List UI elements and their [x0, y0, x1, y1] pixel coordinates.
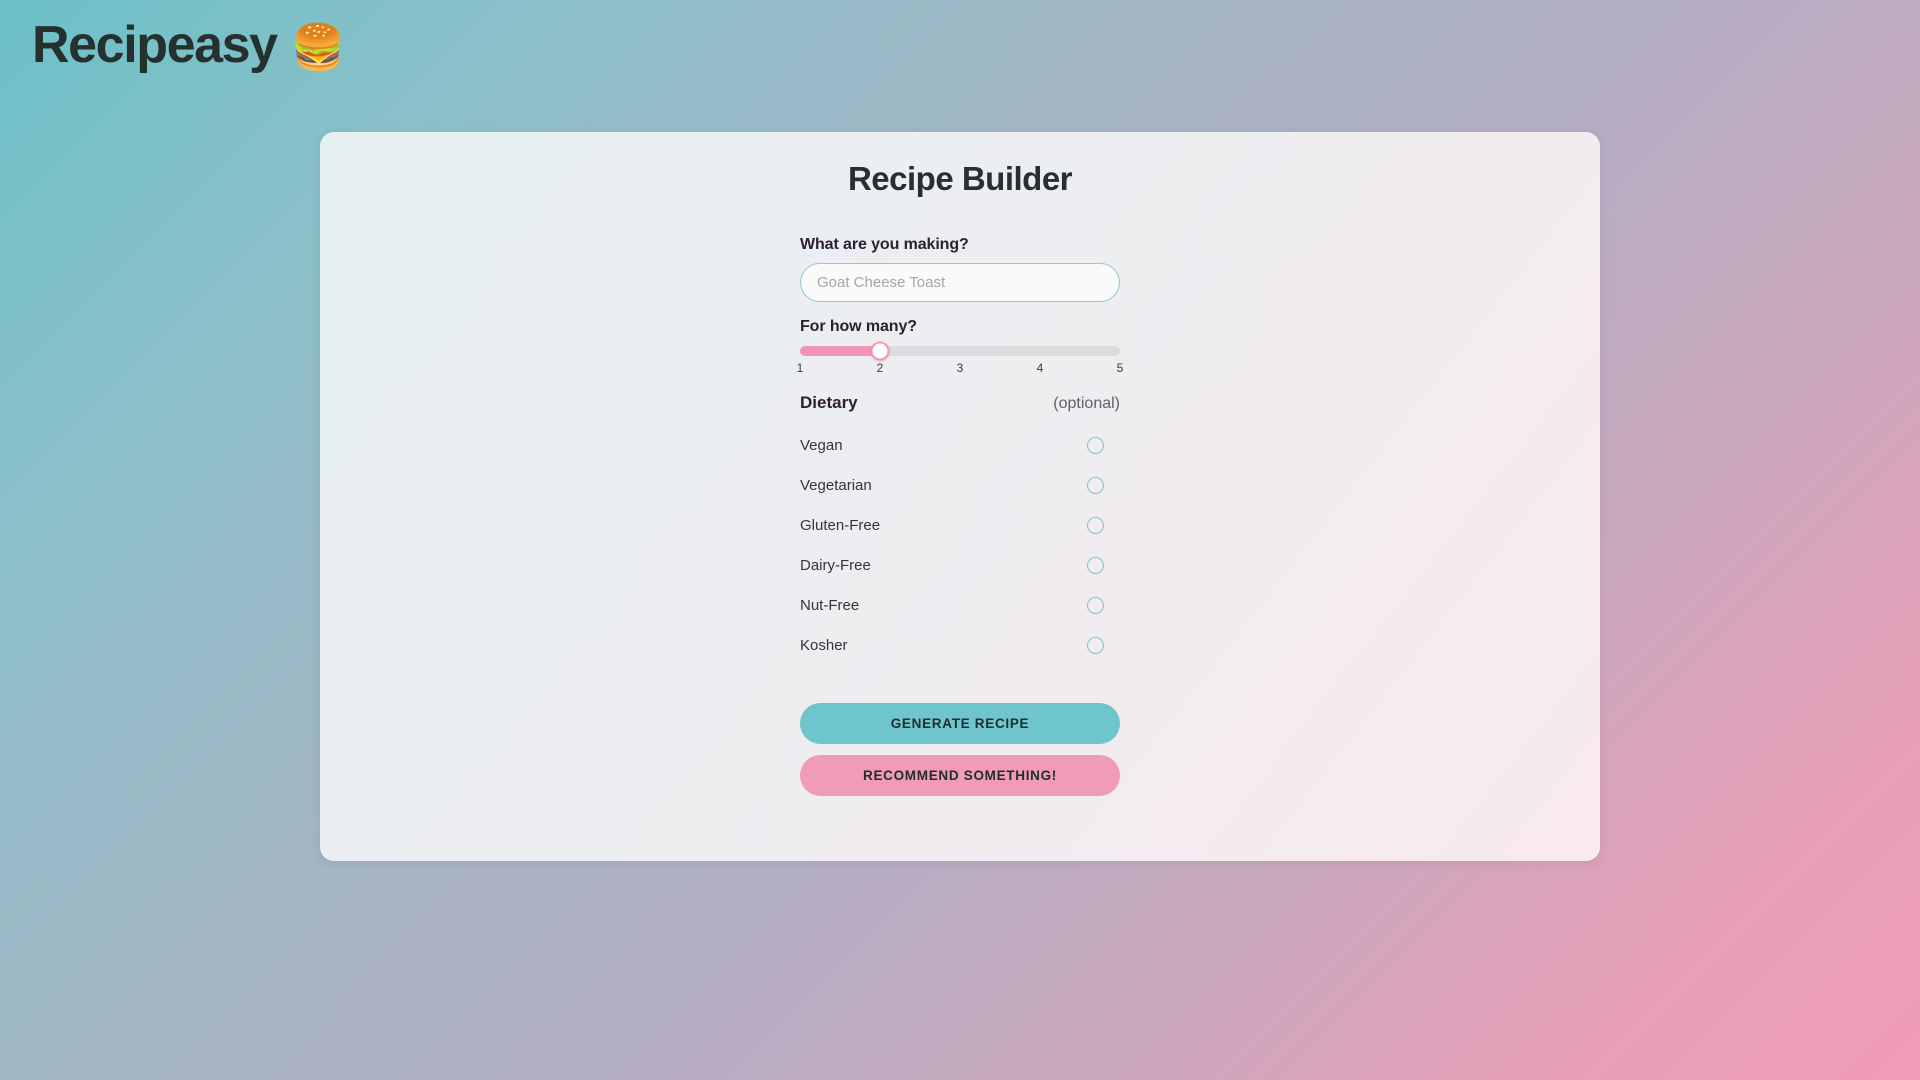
brand-name: Recipeasy: [32, 16, 278, 74]
dietary-option-row[interactable]: Vegetarian: [800, 465, 1115, 505]
page-title: Recipe Builder: [847, 160, 1073, 197]
dietary-option-checkbox[interactable]: [1087, 516, 1104, 534]
recipe-builder-card: Recipe Builder What are you making? For …: [320, 132, 1600, 861]
slider-tick-4: 4: [1036, 361, 1044, 375]
dietary-option-row[interactable]: Nut-Free: [800, 585, 1115, 625]
dietary-option-checkbox[interactable]: [1087, 636, 1104, 654]
slider-tick-labels: 1 2 3 4 5: [796, 361, 1124, 379]
dietary-option-checkbox[interactable]: [1087, 556, 1104, 574]
dish-input[interactable]: [800, 263, 1120, 302]
dietary-option-checkbox[interactable]: [1087, 476, 1104, 494]
recommend-something-button[interactable]: RECOMMEND SOMETHING!: [800, 755, 1120, 796]
dietary-option-label: Vegetarian: [800, 476, 872, 494]
form-actions: GENERATE RECIPE RECOMMEND SOMETHING!: [800, 703, 1120, 796]
dietary-option-row[interactable]: Kosher: [800, 625, 1115, 665]
dietary-option-checkbox[interactable]: [1087, 436, 1104, 454]
slider-tick-1: 1: [796, 361, 804, 375]
recipe-form: What are you making? For how many? 1 2 3 4 5…: [796, 236, 1124, 796]
slider-fill: [800, 346, 880, 356]
slider-tick-3: 3: [956, 361, 964, 375]
dietary-option-row[interactable]: Vegan: [800, 425, 1115, 465]
dietary-optional-note: (optional): [1053, 395, 1120, 412]
dietary-option-label: Vegan: [800, 436, 843, 454]
dietary-option-label: Gluten-Free: [800, 516, 881, 534]
hamburger-icon: 🍔: [290, 22, 346, 72]
dietary-options-list: Vegan Vegetarian Gluten-Free Dairy-Free Nut-…: [800, 425, 1120, 665]
slider-thumb[interactable]: [870, 341, 890, 361]
app-brand: Recipeasy 🍔: [32, 16, 345, 76]
slider-tick-5: 5: [1116, 361, 1124, 375]
dietary-option-row[interactable]: Gluten-Free: [800, 505, 1115, 545]
slider-tick-2: 2: [876, 361, 884, 375]
servings-label: For how many?: [800, 318, 917, 335]
dietary-option-checkbox[interactable]: [1087, 596, 1104, 614]
dietary-option-label: Kosher: [800, 636, 848, 654]
dietary-header: Dietary (optional): [800, 393, 1120, 413]
dish-label: What are you making?: [800, 236, 969, 253]
dietary-option-row[interactable]: Dairy-Free: [800, 545, 1115, 585]
dietary-option-label: Dairy-Free: [800, 556, 871, 574]
dietary-option-label: Nut-Free: [800, 596, 860, 614]
generate-recipe-button[interactable]: GENERATE RECIPE: [800, 703, 1120, 744]
servings-slider[interactable]: 1 2 3 4 5: [796, 341, 1124, 379]
dietary-title: Dietary: [800, 393, 858, 412]
slider-track[interactable]: [800, 341, 1120, 361]
